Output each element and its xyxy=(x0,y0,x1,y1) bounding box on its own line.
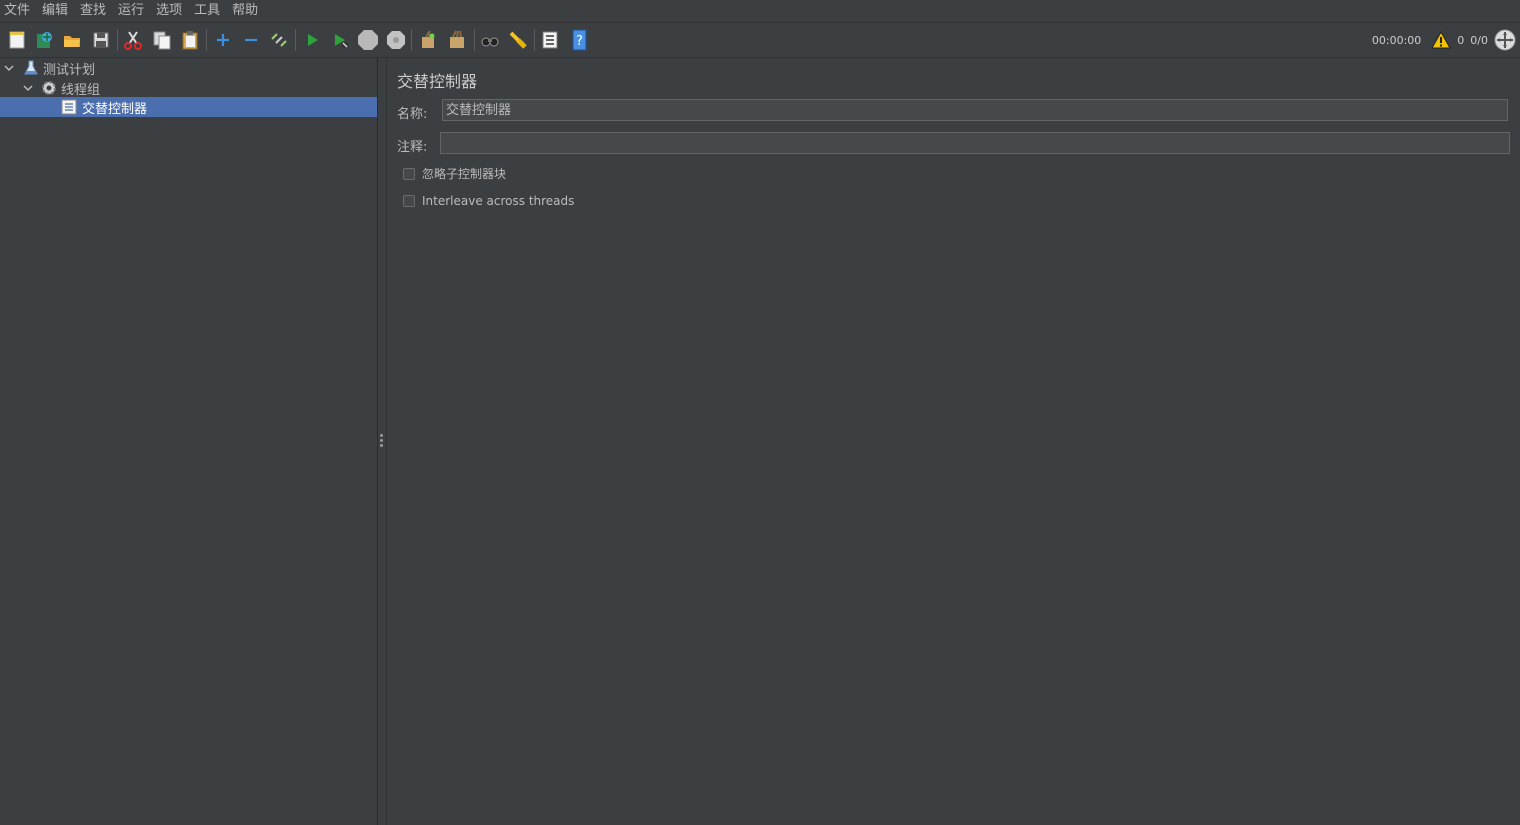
name-field[interactable]: 交替控制器 xyxy=(442,99,1508,121)
toolbar-separator xyxy=(206,29,207,51)
warning-icon[interactable] xyxy=(1431,31,1452,49)
comment-field[interactable] xyxy=(440,132,1510,154)
toolbar: ? 00:00:00 0 0/0 xyxy=(0,23,1520,58)
ignore-sub-controller-checkbox[interactable] xyxy=(403,167,415,180)
divider-grip xyxy=(380,444,383,447)
clear-button[interactable] xyxy=(416,28,440,52)
save-button[interactable] xyxy=(89,28,113,52)
stop-button[interactable] xyxy=(356,28,380,52)
tree-item-thread-group[interactable]: 线程组 xyxy=(0,78,377,98)
templates-button[interactable] xyxy=(32,28,56,52)
paste-button[interactable] xyxy=(178,28,202,52)
tree-item-label: 测试计划 xyxy=(43,62,96,78)
function-helper-button[interactable] xyxy=(538,28,562,52)
collapse-button[interactable] xyxy=(239,28,263,52)
start-no-pause-button[interactable] xyxy=(328,28,352,52)
chevron-down-icon[interactable] xyxy=(22,82,34,94)
controller-settings-panel: 交替控制器 名称: 交替控制器 注释: 忽略子控制器块 Interleave a… xyxy=(387,58,1520,825)
menu-help[interactable]: 帮助 xyxy=(226,0,264,22)
copy-icon xyxy=(153,31,171,50)
cut-icon xyxy=(124,31,142,50)
cut-button[interactable] xyxy=(121,28,145,52)
expand-button[interactable] xyxy=(211,28,235,52)
thread-count: 0/0 xyxy=(1470,33,1488,47)
start-no-pause-icon xyxy=(335,34,348,48)
function-helper-icon xyxy=(542,31,558,49)
split-pane-divider[interactable] xyxy=(378,58,387,825)
clear-all-button[interactable] xyxy=(445,28,469,52)
reset-search-icon xyxy=(509,31,527,49)
toolbar-separator xyxy=(295,29,296,51)
copy-button[interactable] xyxy=(150,28,174,52)
divider-grip xyxy=(380,434,383,437)
menu-bar: 文件 编辑 查找 运行 选项 工具 帮助 xyxy=(0,0,1520,23)
menu-tools[interactable]: 工具 xyxy=(188,0,226,22)
comment-label: 注释: xyxy=(397,140,428,155)
menu-options[interactable]: 选项 xyxy=(150,0,188,22)
test-plan-tree: 测试计划 线程组 交替控制器 xyxy=(0,58,378,825)
flask-icon xyxy=(23,60,39,76)
start-icon xyxy=(308,34,318,46)
elapsed-timer: 00:00:00 xyxy=(1371,33,1422,47)
search-icon xyxy=(481,37,499,47)
menu-run[interactable]: 运行 xyxy=(112,0,150,22)
chevron-down-icon[interactable] xyxy=(3,62,15,74)
paste-icon xyxy=(182,31,198,50)
checkbox-label: Interleave across threads xyxy=(422,194,575,208)
divider-grip xyxy=(380,439,383,442)
toolbar-separator xyxy=(534,29,535,51)
clear-all-icon xyxy=(450,30,464,48)
reset-search-button[interactable] xyxy=(506,28,530,52)
shutdown-icon xyxy=(387,31,405,49)
tree-item-label: 交替控制器 xyxy=(82,101,148,117)
tree-item-test-plan[interactable]: 测试计划 xyxy=(0,58,377,78)
new-button[interactable] xyxy=(5,28,29,52)
remote-status-icon[interactable] xyxy=(1494,29,1516,51)
shutdown-button[interactable] xyxy=(384,28,408,52)
interleave-threads-checkbox[interactable] xyxy=(403,195,415,207)
warning-count: 0 xyxy=(1457,33,1465,47)
toolbar-separator xyxy=(117,29,118,51)
help-button[interactable]: ? xyxy=(567,28,591,52)
tree-item-interleave-controller[interactable]: 交替控制器 xyxy=(0,97,377,117)
menu-search[interactable]: 查找 xyxy=(74,0,112,22)
save-icon xyxy=(93,32,109,48)
name-label: 名称: xyxy=(397,107,428,122)
menu-edit[interactable]: 编辑 xyxy=(36,0,74,22)
gear-icon xyxy=(41,80,57,96)
status-area: 00:00:00 0 0/0 xyxy=(1372,23,1520,57)
help-icon: ? xyxy=(572,29,587,51)
tree-item-label: 线程组 xyxy=(61,82,101,98)
toolbar-separator xyxy=(411,29,412,51)
toggle-icon xyxy=(271,33,287,47)
toggle-button[interactable] xyxy=(267,28,291,52)
open-button[interactable] xyxy=(60,28,84,52)
search-button[interactable] xyxy=(478,28,502,52)
svg-text:?: ? xyxy=(576,34,583,49)
open-icon xyxy=(64,36,80,47)
toolbar-separator xyxy=(474,29,475,51)
templates-icon xyxy=(37,32,52,48)
stop-icon xyxy=(358,30,378,50)
menu-file[interactable]: 文件 xyxy=(0,0,36,22)
checkbox-label: 忽略子控制器块 xyxy=(422,167,507,181)
interleave-threads-option[interactable]: Interleave across threads xyxy=(403,194,574,208)
ignore-sub-controller-option[interactable]: 忽略子控制器块 xyxy=(403,165,506,182)
collapse-icon xyxy=(245,38,257,42)
clear-icon xyxy=(422,30,435,48)
controller-icon xyxy=(61,99,77,115)
expand-icon xyxy=(217,34,229,46)
new-icon xyxy=(9,31,25,49)
start-button[interactable] xyxy=(300,28,324,52)
page-title: 交替控制器 xyxy=(397,72,478,91)
